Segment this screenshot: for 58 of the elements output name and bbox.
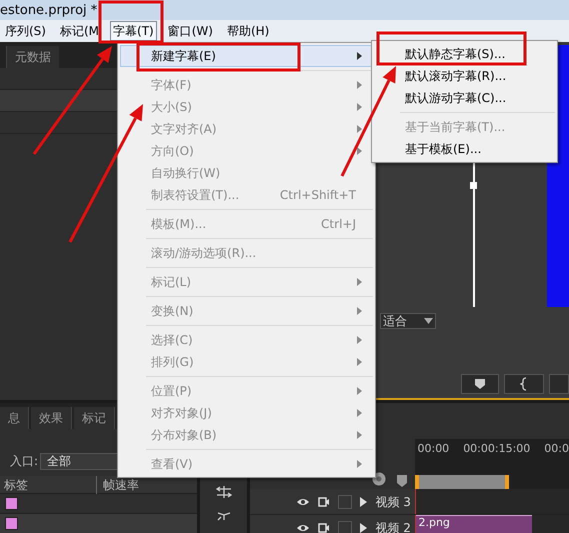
menu-item[interactable]: 默认游动字幕(C)... [374,87,555,109]
menu-item[interactable]: 窗口(W) [164,21,216,41]
lock-toggle[interactable] [338,494,352,508]
column-header[interactable]: 标签 [0,476,96,494]
video-clip[interactable]: 2.png [416,515,532,533]
window-title: estone.prproj * [0,4,98,16]
expand-icon [360,496,368,506]
menu-item[interactable]: 默认静态字幕(S)... [374,43,555,65]
track-name: 视频 3 [375,494,411,510]
submenu-arrow-icon [357,431,362,439]
track-name: 视频 2 [375,520,411,533]
work-area-bar[interactable] [415,475,509,489]
menu-item[interactable]: 序列(S) [2,21,49,41]
panel-tab[interactable]: 元数据 [6,46,59,68]
submenu-arrow-icon [357,336,362,344]
mark-in-button[interactable] [504,374,544,394]
panel-tab[interactable]: 效果 [31,407,72,429]
submenu-arrow-icon [357,125,362,133]
submenu-arrow-icon [357,278,362,286]
submenu-arrow-icon [357,387,362,395]
guide-handle[interactable] [470,182,477,189]
ripple-edit-tool-icon [216,485,232,499]
camera-icon [318,522,330,533]
menu-item[interactable]: 帮助(H) [224,21,272,41]
marker-button[interactable] [461,374,499,394]
submenu-arrow-icon [357,409,362,417]
lock-toggle[interactable] [338,520,352,533]
submenu-arrow-icon [357,52,362,60]
submenu-arrow-icon [357,307,362,315]
camera-icon [318,496,330,508]
in-point-label: 入口: [10,453,38,470]
marker-icon [475,379,485,390]
dropdown-arrow-icon [424,318,433,324]
zoom-dropdown[interactable]: 适合 [380,312,436,329]
label-swatch [5,497,18,510]
shortcut-label: Ctrl+Shift+T [280,187,356,204]
expand-icon [360,522,368,532]
submenu-arrow-icon [357,103,362,111]
monitor-button[interactable] [549,374,569,394]
time-label: 00:00:15:00 [463,441,530,457]
menu-item[interactable]: 新建字幕(E) [120,45,373,67]
marker-icon [397,475,408,487]
submenu-arrow-icon [357,81,362,89]
menu-item[interactable]: 字幕(T) [110,21,157,41]
submenu-arrow-icon [357,147,362,155]
eye-icon [296,496,310,506]
panel-tab[interactable]: 息 [0,407,29,429]
menu-item[interactable]: 基于模板(E)... [374,138,555,160]
submenu-arrow-icon [357,460,362,468]
time-label: 00:0 [544,441,569,457]
label-swatch [5,517,18,530]
brace-icon [520,377,528,392]
shortcut-label: Ctrl+J [321,216,356,233]
menu-item[interactable]: 默认滚动字幕(R)... [374,65,555,87]
submenu-arrow-icon [357,358,362,366]
time-label: 00:00 [417,441,450,457]
panel-tab[interactable]: 标记 [74,407,115,429]
menu-item[interactable]: 标记(M [56,21,102,41]
